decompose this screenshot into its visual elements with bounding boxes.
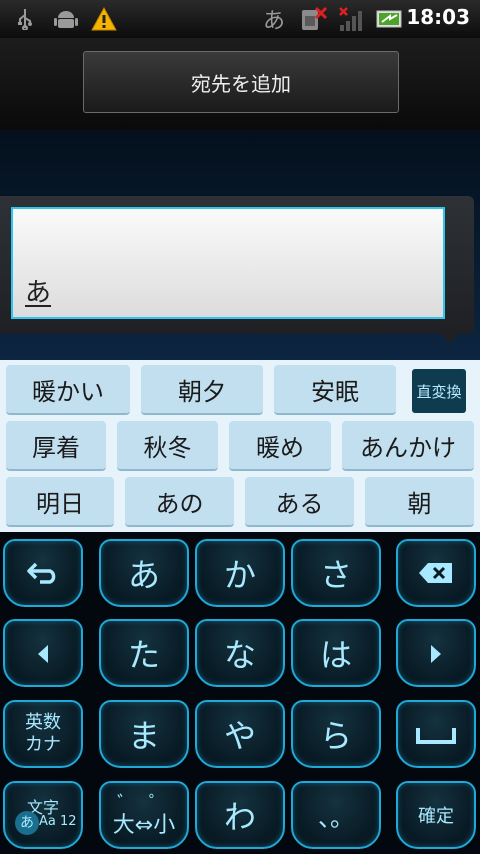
space-key[interactable] <box>396 700 476 768</box>
candidate-item[interactable]: 朝夕 <box>141 365 263 415</box>
cursor-left-key[interactable] <box>3 619 83 687</box>
mode-hiragana-badge: あ <box>15 811 39 835</box>
undo-icon <box>26 554 60 592</box>
left-arrow-icon <box>36 634 50 672</box>
input-method-icon: あ <box>263 9 286 34</box>
status-bar: あ 18:03 <box>0 0 480 38</box>
candidate-item[interactable]: 朝 <box>365 477 474 527</box>
punctuation-key[interactable]: 、。 <box>291 781 381 849</box>
signal-icon <box>338 6 364 32</box>
confirm-key[interactable]: 確定 <box>396 781 476 849</box>
candidate-item[interactable]: あんかけ <box>342 421 474 471</box>
key-ra[interactable]: ら <box>291 700 381 768</box>
space-icon <box>416 715 456 753</box>
candidate-item[interactable]: 安眠 <box>274 365 396 415</box>
input-mode-key[interactable]: 文字 あ Aa 12 <box>3 781 83 849</box>
battery-charging-icon <box>376 6 404 32</box>
candidate-item[interactable]: 明日 <box>6 477 114 527</box>
candidate-item[interactable]: 秋冬 <box>117 421 218 471</box>
key-sa[interactable]: さ <box>291 539 381 607</box>
key-label: 英数 <box>25 712 61 733</box>
key-label: 大⇔小 <box>112 813 176 838</box>
key-ya[interactable]: や <box>195 700 285 768</box>
candidate-item[interactable]: 厚着 <box>6 421 106 471</box>
android-debug-icon <box>54 6 78 32</box>
key-ta[interactable]: た <box>99 619 189 687</box>
candidate-item[interactable]: 暖め <box>229 421 331 471</box>
sim-error-icon <box>300 6 328 32</box>
cursor-right-key[interactable] <box>396 619 476 687</box>
warning-icon <box>91 6 117 32</box>
add-recipient-button[interactable]: 宛先を追加 <box>83 51 399 113</box>
key-ha[interactable]: は <box>291 619 381 687</box>
key-wa[interactable]: わ <box>195 781 285 849</box>
header: 宛先を追加 <box>0 38 480 131</box>
direct-convert-button[interactable]: 直変換 <box>412 369 466 413</box>
composing-text: あ <box>25 278 52 308</box>
key-a[interactable]: あ <box>99 539 189 607</box>
usb-icon <box>16 6 34 32</box>
backspace-icon <box>418 554 454 592</box>
right-arrow-icon <box>429 634 443 672</box>
candidate-item[interactable]: ある <box>245 477 354 527</box>
candidate-item[interactable]: 暖かい <box>6 365 130 415</box>
key-na[interactable]: な <box>195 619 285 687</box>
undo-key[interactable] <box>3 539 83 607</box>
mode-label: Aa 12 <box>39 814 77 829</box>
candidate-item[interactable]: あの <box>125 477 234 527</box>
backspace-key[interactable] <box>396 539 476 607</box>
key-label: カナ <box>25 734 61 755</box>
dakuten-toggle-key[interactable]: ゛ ゜ 大⇔小 <box>99 781 189 849</box>
alnum-kana-key[interactable]: 英数 カナ <box>3 700 83 768</box>
composer-tail <box>438 330 462 344</box>
key-label: ゛ ゜ <box>117 793 171 814</box>
key-ma[interactable]: ま <box>99 700 189 768</box>
key-ka[interactable]: か <box>195 539 285 607</box>
clock: 18:03 <box>406 5 470 29</box>
message-input[interactable]: あ <box>11 207 445 319</box>
